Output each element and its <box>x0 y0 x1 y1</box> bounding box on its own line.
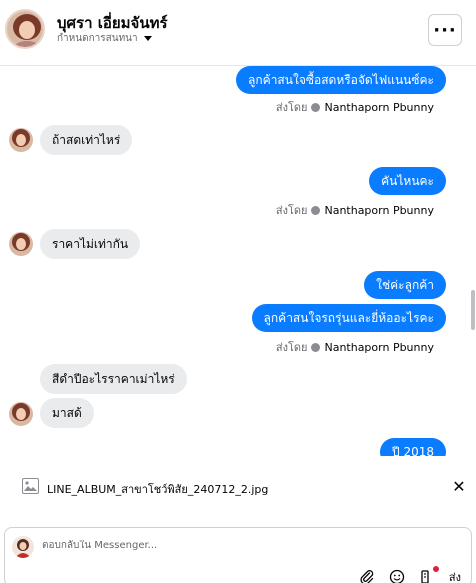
chevron-down-icon <box>143 36 152 41</box>
incoming-message: สีดำปีอะไรราคาเม่าไหร่ <box>40 364 187 394</box>
reply-composer: ส่ง <box>4 527 472 583</box>
incoming-message: มาสด้ <box>40 398 94 428</box>
outgoing-message: ลูกค้าสนใจรถรุ่นและยี่ห้ออะไรคะ <box>251 304 446 332</box>
thread-scrollbar[interactable] <box>471 290 475 330</box>
agent-dot-icon <box>311 205 321 215</box>
outgoing-message: ใช่ค่ะลูกค้า <box>364 271 446 299</box>
contact-avatar-small <box>9 232 33 256</box>
contact-avatar-small <box>9 128 33 152</box>
notification-dot <box>432 566 439 572</box>
remove-attachment-button[interactable]: ✕ <box>450 477 468 496</box>
outgoing-message: ลูกค้าสนใจซื้อสดหรือจัดไฟแนนซ์คะ <box>236 66 446 94</box>
sent-by-label: ส่งโดย Nanthaporn Pbunny <box>276 98 434 116</box>
message-thread: ลูกค้าสนใจซื้อสดหรือจัดไฟแนนซ์คะ ส่งโดย … <box>0 66 476 456</box>
contact-avatar-small <box>9 402 33 426</box>
agent-dot-icon <box>311 342 321 352</box>
attachment-file-name: LINE_ALBUM_สาขาโชว์พิสัย_240712_2.jpg <box>47 483 269 496</box>
conversation-header: บุศรา เอี่ยมจันทร์ กำหนดการสนทนา ··· <box>0 0 476 66</box>
sent-by-agent: Nanthaporn Pbunny <box>324 100 434 114</box>
attach-file-icon[interactable] <box>359 569 375 583</box>
contact-avatar[interactable] <box>5 9 45 49</box>
sent-by-label: ส่งโดย Nanthaporn Pbunny <box>276 201 434 219</box>
sent-by-label: ส่งโดย Nanthaporn Pbunny <box>276 338 434 356</box>
assign-label: กำหนดการสนทนา <box>57 33 138 44</box>
page-avatar <box>12 536 34 558</box>
composer-toolbar: ส่ง <box>359 566 461 583</box>
incoming-message: ราคาไม่เท่ากัน <box>40 229 141 259</box>
emoji-icon[interactable] <box>389 569 405 583</box>
messenger-conversation-panel: บุศรา เอี่ยมจันทร์ กำหนดการสนทนา ··· ลูก… <box>0 0 476 583</box>
saved-replies-icon[interactable] <box>419 566 439 583</box>
sent-by-prefix: ส่งโดย <box>275 101 308 114</box>
image-file-icon <box>22 478 39 494</box>
outgoing-message: คันไหนคะ <box>369 167 446 195</box>
outgoing-message: ปี 2018 <box>380 438 446 456</box>
sent-by-agent: Nanthaporn Pbunny <box>324 203 434 217</box>
sent-by-agent: Nanthaporn Pbunny <box>324 340 434 354</box>
sent-by-prefix: ส่งโดย <box>275 204 308 217</box>
attachment-preview: LINE_ALBUM_สาขาโชว์พิสัย_240712_2.jpg ✕ <box>0 466 476 508</box>
reply-input[interactable] <box>42 540 342 551</box>
send-button[interactable]: ส่ง <box>449 568 461 583</box>
agent-dot-icon <box>311 102 321 112</box>
incoming-message: ถ้าสดเท่าไหร่ <box>40 125 133 155</box>
assign-conversation-dropdown[interactable]: กำหนดการสนทนา <box>57 31 152 46</box>
sent-by-prefix: ส่งโดย <box>275 341 308 354</box>
more-options-button[interactable]: ··· <box>428 14 462 46</box>
